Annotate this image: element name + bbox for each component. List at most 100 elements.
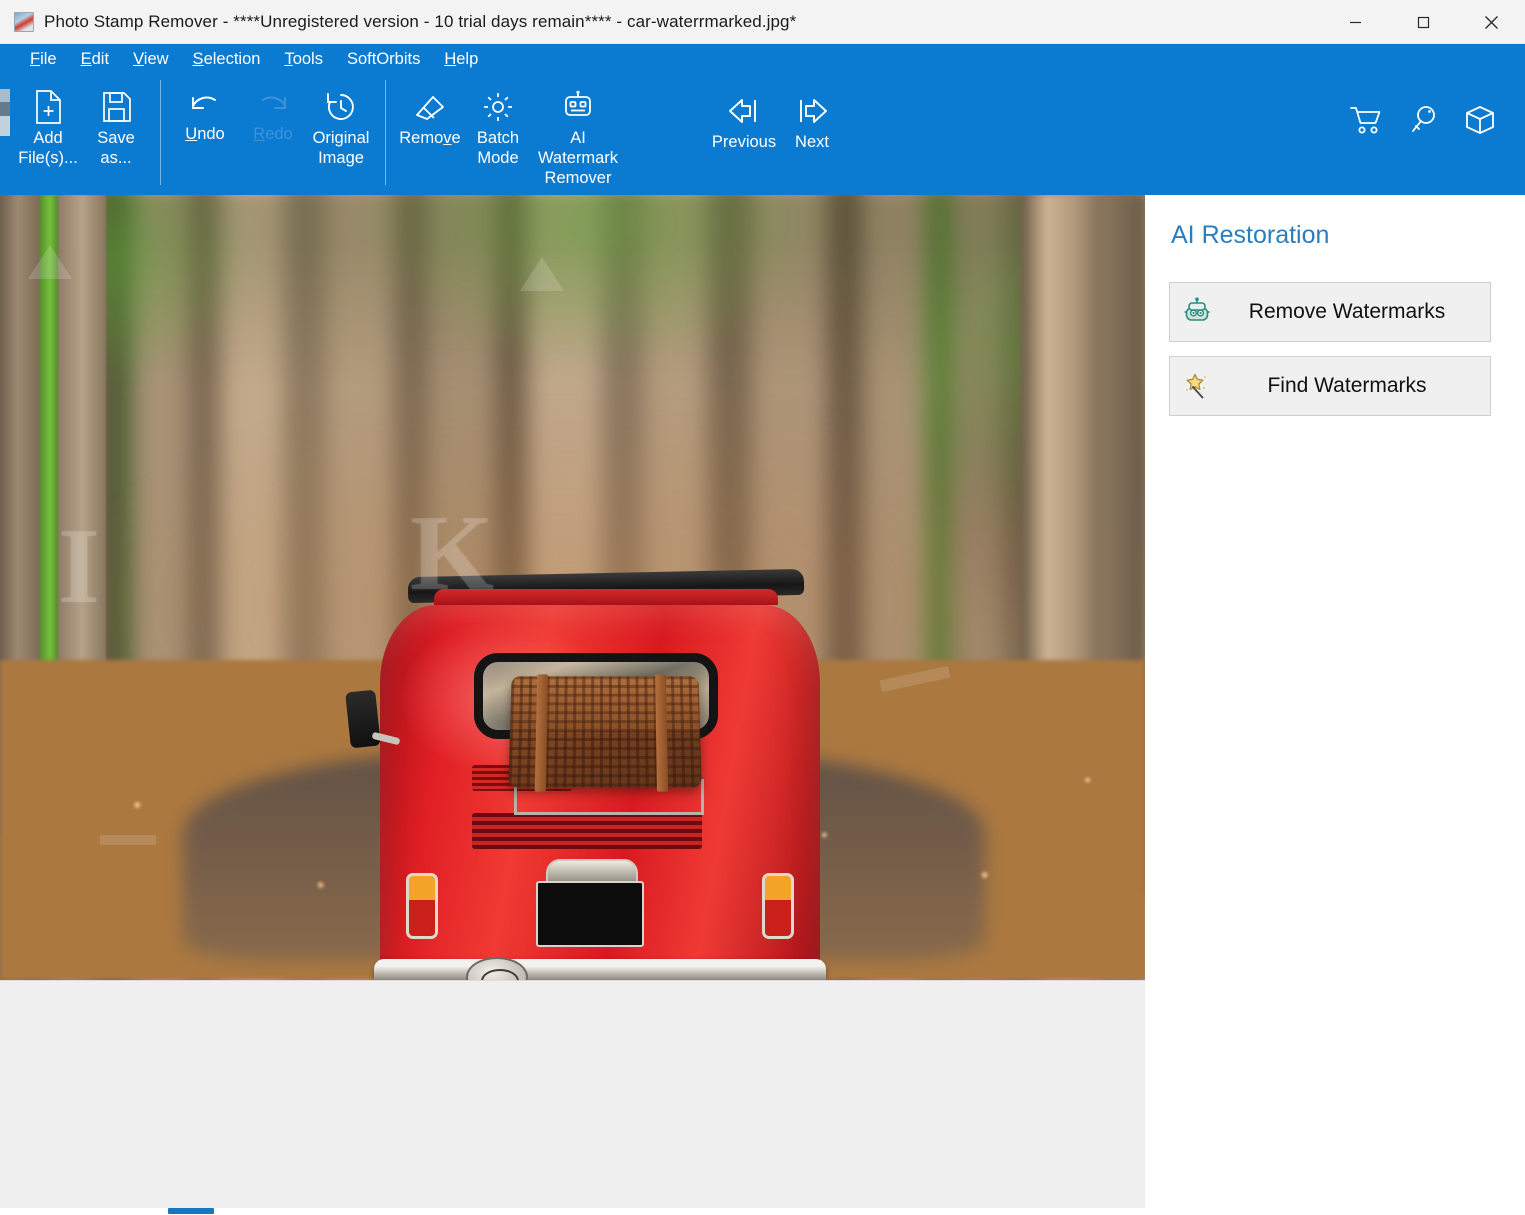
menu-view[interactable]: View [121,47,180,72]
window-controls [1321,0,1525,44]
maximize-button[interactable] [1389,0,1457,44]
canvas-empty-area [0,980,1145,1215]
menu-view-rest: iew [144,50,169,68]
main-toolbar: Add File(s)... Save as... [0,74,1525,195]
car-taillight-right [762,873,794,939]
ai-watermark-remover-label-line3: Remover [545,169,612,188]
robot-icon [1170,297,1224,327]
redo-label: Redo [253,125,292,144]
image-canvas[interactable]: I K [0,195,1145,1215]
basket-strap-right [655,674,668,791]
app-icon [14,12,34,32]
shopping-cart-icon[interactable] [1349,104,1383,141]
menu-softorbits-label: SoftOrbits [347,50,420,68]
gear-icon [481,86,515,128]
save-as-label-line1: Save [97,129,135,148]
close-button[interactable] [1457,0,1525,44]
minimize-icon [1349,16,1362,29]
arrow-right-icon [794,90,830,132]
add-files-button[interactable]: Add File(s)... [14,74,82,168]
history-clock-icon [324,86,358,128]
toolbar-group-navigation: Previous Next [706,74,850,195]
title-bar: Photo Stamp Remover - ****Unregistered v… [0,0,1525,44]
menu-help-accel: H [444,50,456,68]
eraser-icon [413,86,447,128]
next-button[interactable]: Next [778,74,846,164]
next-label: Next [795,133,829,152]
menu-selection[interactable]: Selection [181,47,273,72]
redo-button[interactable]: Redo [239,74,307,164]
close-icon [1484,15,1499,30]
maximize-icon [1417,16,1430,29]
window-title: Photo Stamp Remover - ****Unregistered v… [44,12,796,32]
application-window: Photo Stamp Remover - ****Unregistered v… [0,0,1525,1215]
canvas-left-edge [0,195,7,1215]
menu-help[interactable]: Help [432,47,490,72]
previous-button[interactable]: Previous [710,74,778,164]
key-icon[interactable] [1407,104,1439,141]
toolbar-separator-2 [385,80,386,185]
car-wicker-basket [508,676,701,787]
remove-button[interactable]: Remove [396,74,464,164]
panel-title: AI Restoration [1171,221,1497,250]
toolbar-group-tools: Remove Batch Mode [392,74,628,195]
undo-button[interactable]: Undo [171,74,239,164]
menu-file-accel: F [30,50,40,68]
find-watermarks-button[interactable]: Find Watermarks [1169,356,1491,416]
menu-tools[interactable]: Tools [272,47,335,72]
menu-edit[interactable]: Edit [69,47,121,72]
batch-mode-button[interactable]: Batch Mode [464,74,532,168]
car-bumper [374,959,826,980]
menu-selection-rest: election [204,50,261,68]
ai-watermark-remover-label-line2: Watermark [538,149,618,168]
original-image-label-line2: Image [318,149,364,168]
menu-bar: File Edit View Selection Tools SoftOrbit… [0,44,1525,74]
car-roof-edge [434,589,778,605]
remove-watermarks-label: Remove Watermarks [1224,300,1490,324]
minimize-button[interactable] [1321,0,1389,44]
remove-label: Remove [399,129,460,148]
toolbar-left-edge-strip [0,74,10,195]
car-license-plate [536,881,644,947]
batch-mode-label-line2: Mode [477,149,518,168]
menu-selection-accel: S [193,50,204,68]
menu-edit-rest: dit [92,50,109,68]
add-files-label-line1: Add [33,129,62,148]
save-as-button[interactable]: Save as... [82,74,150,168]
toolbar-group-file: Add File(s)... Save as... [10,74,154,195]
undo-label: Undo [185,125,224,144]
previous-label: Previous [712,133,776,152]
redo-arrow-icon [253,90,293,124]
ai-watermark-remover-button[interactable]: AI Watermark Remover [532,74,624,188]
box-package-icon[interactable] [1463,104,1497,141]
robot-icon [561,86,595,128]
magic-wand-icon [1170,371,1224,401]
save-icon [100,86,133,128]
add-files-label-line2: File(s)... [18,149,78,168]
car-taillight-left [406,873,438,939]
toolbar-separator-1 [160,80,161,185]
find-watermarks-label: Find Watermarks [1224,374,1490,398]
photo-image[interactable]: I K [0,195,1145,980]
menu-file-rest: ile [40,50,57,68]
menu-file[interactable]: File [18,47,69,72]
menu-tools-rest: ools [293,50,323,68]
workspace: I K AI Restoration [0,195,1525,1215]
menu-softorbits[interactable]: SoftOrbits [335,47,432,72]
horizontal-scrollbar[interactable] [0,1208,1145,1215]
toolbar-right-icons [1349,104,1497,141]
remove-watermarks-button[interactable]: Remove Watermarks [1169,282,1491,342]
car-vent-lower [472,813,702,849]
horizontal-scrollbar-thumb[interactable] [168,1208,214,1214]
original-image-label-line1: Original [313,129,370,148]
menu-edit-accel: E [81,50,92,68]
undo-arrow-icon [185,90,225,124]
original-image-button[interactable]: Original Image [307,74,375,168]
menu-help-rest: elp [456,50,478,68]
arrow-left-icon [726,90,762,132]
add-file-icon [32,86,65,128]
save-as-label-line2: as... [100,149,131,168]
menu-tools-accel: T [284,50,292,68]
basket-strap-left [535,674,548,791]
menu-view-accel: V [133,50,144,68]
